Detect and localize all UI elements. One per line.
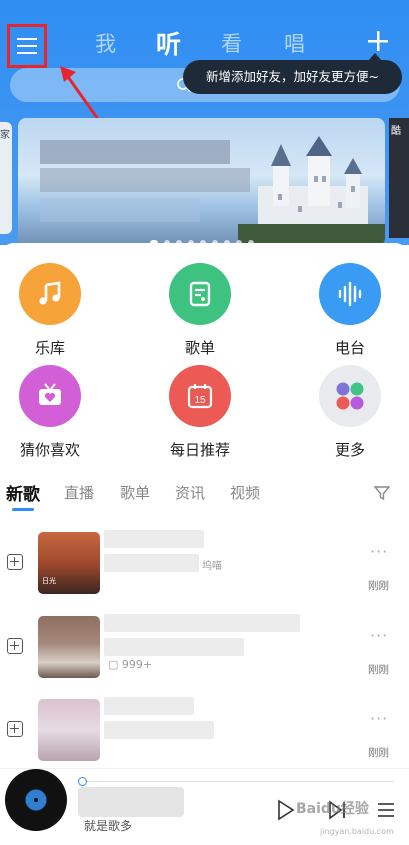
watermark-url: jingyan.baidu.com bbox=[320, 827, 394, 836]
mini-player[interactable]: 就是歌多 Baidu经验 jingyan.baidu.com bbox=[0, 768, 409, 845]
shortcut-label: 更多 bbox=[334, 441, 365, 459]
blurred-artist bbox=[104, 638, 244, 656]
playlist-queue-icon[interactable] bbox=[376, 799, 396, 821]
more-options-icon[interactable]: ··· bbox=[370, 626, 388, 645]
banner-next-peek[interactable]: 酷 bbox=[389, 118, 409, 238]
banner-carousel[interactable]: 家 酷 bbox=[0, 112, 409, 247]
heart-tv-icon bbox=[19, 365, 81, 427]
shortcut-playlists[interactable]: 歌单 bbox=[155, 263, 245, 358]
cover-caption: 日光 bbox=[42, 577, 56, 585]
tab-playlists[interactable]: 歌单 bbox=[120, 482, 150, 503]
vinyl-disc-icon[interactable] bbox=[5, 769, 67, 831]
shortcut-guess-you-like[interactable]: 猜你喜欢 bbox=[5, 365, 95, 460]
blurred-title bbox=[104, 697, 194, 715]
more-options-icon[interactable]: ··· bbox=[370, 709, 388, 728]
add-friend-tooltip[interactable]: 新增添加好友，加好友更方便~ bbox=[183, 53, 402, 94]
more-options-icon[interactable]: ··· bbox=[370, 542, 388, 561]
filter-icon[interactable] bbox=[373, 484, 391, 502]
banner-blur bbox=[40, 198, 200, 222]
add-song-button[interactable] bbox=[7, 638, 23, 654]
comment-count: ▢ 999+ bbox=[108, 658, 153, 671]
active-tab-underline bbox=[12, 508, 34, 511]
blurred-title bbox=[104, 614, 300, 632]
progress-knob[interactable] bbox=[78, 777, 87, 786]
shortcut-library[interactable]: 乐库 bbox=[5, 263, 95, 358]
shortcut-label: 电台 bbox=[334, 339, 365, 357]
song-time: 刚刚 bbox=[368, 747, 389, 759]
shortcut-label: 每日推荐 bbox=[169, 441, 230, 459]
shortcut-label: 猜你喜欢 bbox=[19, 441, 80, 459]
tab-me[interactable]: 我 bbox=[95, 28, 116, 58]
progress-bar[interactable] bbox=[82, 781, 394, 782]
player-subtitle: 就是歌多 bbox=[84, 819, 133, 833]
category-tabs: 新歌 直播 歌单 资讯 视频 bbox=[0, 478, 409, 514]
app-screen: 我 听 看 唱 新增添加好友，加好友更方便~ 家 酷 乐库 歌单 电台 猜你喜欢… bbox=[0, 0, 409, 845]
song-fragment: 坞喵 bbox=[202, 561, 222, 572]
shortcut-daily-recommend[interactable]: 15 每日推荐 bbox=[155, 365, 245, 460]
blurred-artist bbox=[104, 554, 199, 572]
song-cover: 日光 bbox=[38, 532, 100, 594]
tab-watch[interactable]: 看 bbox=[221, 28, 242, 58]
add-song-button[interactable] bbox=[7, 554, 23, 570]
header: 我 听 看 唱 新增添加好友，加好友更方便~ 家 酷 bbox=[0, 0, 409, 247]
banner-slide[interactable] bbox=[18, 118, 385, 246]
shortcut-label: 歌单 bbox=[184, 339, 215, 357]
more-apps-icon bbox=[319, 365, 381, 427]
comment-count-value: 999+ bbox=[121, 658, 153, 671]
banner-blur bbox=[40, 140, 230, 164]
song-cover bbox=[38, 699, 100, 761]
tab-live[interactable]: 直播 bbox=[64, 482, 94, 503]
castle-image bbox=[238, 136, 385, 246]
song-row[interactable]: ▢ 999+ ··· 刚刚 bbox=[0, 612, 409, 692]
shortcut-radio[interactable]: 电台 bbox=[305, 263, 395, 358]
add-song-button[interactable] bbox=[7, 721, 23, 737]
song-cover bbox=[38, 616, 100, 678]
banner-prev-peek[interactable]: 家 bbox=[0, 122, 12, 234]
song-row[interactable]: 日光 坞喵 ··· 刚刚 bbox=[0, 528, 409, 608]
playlist-icon bbox=[169, 263, 231, 325]
banner-blur bbox=[40, 168, 250, 192]
watermark: Baidu经验 bbox=[296, 801, 369, 817]
tab-listen[interactable]: 听 bbox=[156, 25, 181, 61]
shortcut-label: 乐库 bbox=[34, 339, 65, 357]
play-icon[interactable] bbox=[276, 799, 296, 821]
song-row[interactable]: ··· 刚刚 bbox=[0, 695, 409, 775]
tab-sing[interactable]: 唱 bbox=[284, 28, 305, 58]
shortcut-more[interactable]: 更多 bbox=[305, 365, 395, 460]
tab-videos[interactable]: 视频 bbox=[230, 482, 260, 503]
blurred-artist bbox=[104, 721, 214, 739]
blurred-song-title bbox=[78, 787, 184, 817]
song-time: 刚刚 bbox=[368, 580, 389, 592]
plus-icon[interactable] bbox=[364, 26, 392, 56]
calendar-icon: 15 bbox=[169, 365, 231, 427]
calendar-day: 15 bbox=[194, 395, 206, 406]
music-note-icon bbox=[19, 263, 81, 325]
soundwave-icon bbox=[319, 263, 381, 325]
tab-new-songs[interactable]: 新歌 bbox=[6, 480, 40, 505]
hamburger-menu-icon bbox=[17, 38, 37, 54]
menu-button[interactable] bbox=[7, 24, 47, 68]
song-time: 刚刚 bbox=[368, 664, 389, 676]
blurred-title bbox=[104, 530, 204, 548]
tab-news[interactable]: 资讯 bbox=[175, 482, 205, 503]
